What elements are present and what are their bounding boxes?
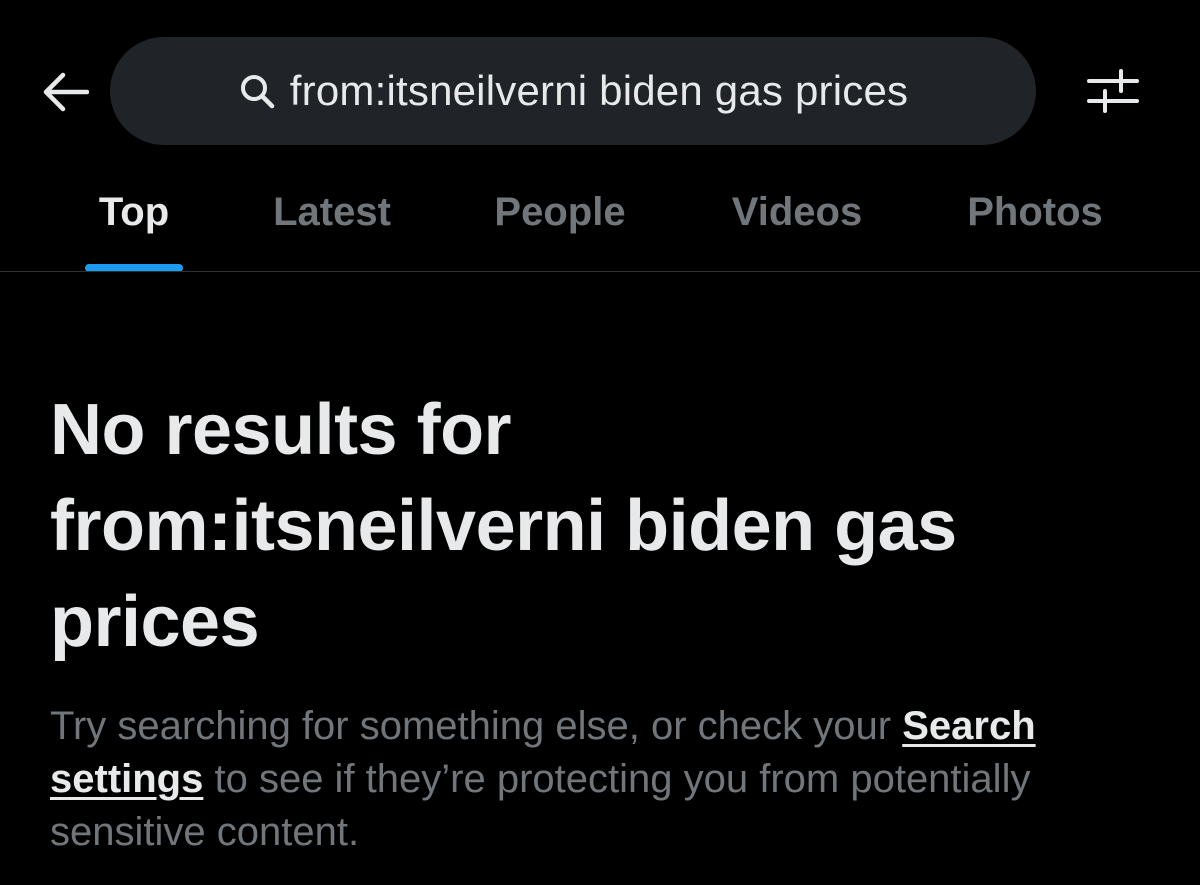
- no-results-message: No results for from:itsneilverni biden ga…: [50, 382, 1150, 859]
- tab-latest-label: Latest: [273, 190, 391, 234]
- tab-people-label: People: [494, 190, 626, 234]
- search-tabs: Top Latest People Videos Photos: [0, 178, 1200, 272]
- tab-videos-label: Videos: [731, 190, 863, 234]
- search-icon: [238, 72, 276, 110]
- tab-videos[interactable]: Videos: [705, 178, 889, 272]
- no-results-title: No results for from:itsneilverni biden ga…: [50, 382, 1150, 670]
- tab-people[interactable]: People: [470, 178, 650, 272]
- search-query-text[interactable]: from:itsneilverni biden gas prices: [290, 67, 908, 115]
- tabs-divider: [0, 271, 1200, 272]
- search-input[interactable]: from:itsneilverni biden gas prices: [110, 37, 1036, 145]
- search-filter-button[interactable]: [1084, 68, 1142, 118]
- back-button[interactable]: [38, 70, 92, 118]
- tab-top-label: Top: [98, 190, 170, 234]
- no-results-description: Try searching for something else, or che…: [50, 700, 1150, 859]
- search-field-content: from:itsneilverni biden gas prices: [238, 67, 908, 115]
- no-results-query: from:itsneilverni biden gas prices: [50, 486, 957, 662]
- tab-latest[interactable]: Latest: [240, 178, 424, 272]
- no-results-title-prefix: No results for: [50, 390, 512, 470]
- description-text-before: Try searching for something else, or che…: [50, 704, 903, 748]
- tab-photos-label: Photos: [967, 190, 1103, 234]
- arrow-left-icon: [41, 72, 90, 117]
- tab-top[interactable]: Top: [60, 178, 208, 272]
- sliders-icon: [1085, 67, 1141, 120]
- tab-photos[interactable]: Photos: [940, 178, 1130, 272]
- top-bar: from:itsneilverni biden gas prices: [0, 0, 1200, 180]
